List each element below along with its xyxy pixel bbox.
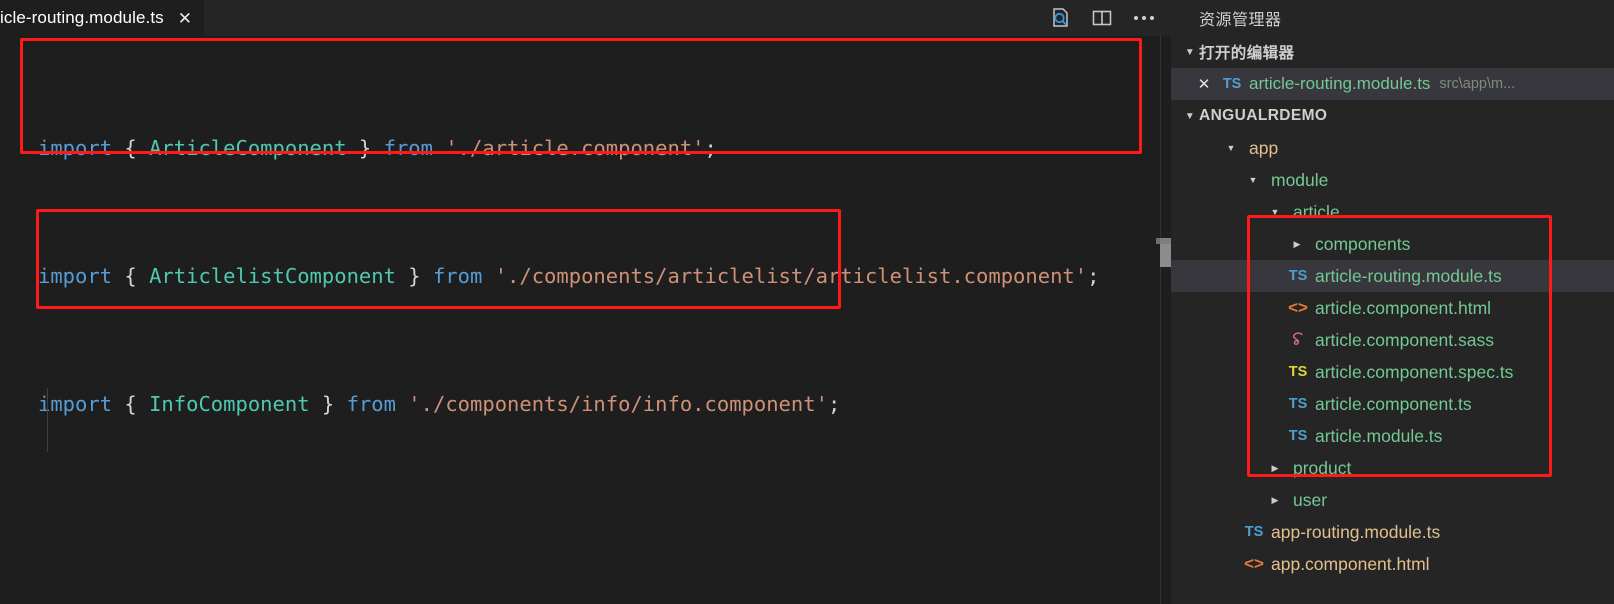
vscode-window: icle-routing.module.ts ✕ import {Articl… [0, 0, 1614, 604]
code-line-3: import { InfoComponent } from './compone… [38, 392, 841, 416]
tree-item-label: article [1293, 201, 1340, 222]
ts-file-icon: TS [1244, 524, 1264, 540]
code-line-1: import { ArticleComponent } from './arti… [38, 136, 717, 160]
tree-item-label: app.component.html [1271, 553, 1430, 574]
tree-item-label: module [1271, 169, 1329, 190]
editor-scrollbar-track [1160, 36, 1161, 604]
tree-item-label: app [1249, 137, 1279, 158]
chevron-down-icon: ▼ [1184, 110, 1196, 122]
more-actions-icon[interactable] [1131, 5, 1157, 31]
ts-file-icon: TS [1222, 76, 1242, 92]
open-editor-name: article-routing.module.ts [1249, 74, 1431, 93]
tree-item-app-routing-module-ts[interactable]: TS app-routing.module.ts [1171, 516, 1614, 548]
tree-item-article-component-html[interactable]: <> article.component.html [1171, 292, 1614, 324]
editor-group: icle-routing.module.ts ✕ import {Articl… [0, 0, 1171, 604]
sidebar-title: 资源管理器 [1199, 12, 1282, 29]
sass-file-icon [1281, 329, 1315, 351]
chevron-right-icon: ▶ [1271, 494, 1279, 505]
section-workspace-label: ANGUALRDEMO [1199, 107, 1328, 124]
ellipsis-icon [1134, 16, 1154, 20]
tree-item-label: article.component.ts [1315, 393, 1472, 414]
code-line-2: import { ArticlelistComponent } from './… [38, 264, 1100, 288]
tree-item-article-component-spec-ts[interactable]: TS article.component.spec.ts [1171, 356, 1614, 388]
code-content: import { ArticleComponent } from './arti… [0, 36, 1171, 604]
tree-item-article-component-sass[interactable]: article.component.sass [1171, 324, 1614, 356]
tree-item-article-component-ts[interactable]: TS article.component.ts [1171, 388, 1614, 420]
section-open-editors[interactable]: ▼ 打开的编辑器 [1171, 36, 1614, 68]
tree-item-label: article.component.sass [1315, 329, 1494, 350]
close-icon[interactable]: ✕ [1193, 75, 1215, 93]
tree-item-label: product [1293, 457, 1352, 478]
tab-article-routing-module[interactable]: icle-routing.module.ts ✕ [0, 0, 205, 36]
chevron-down-icon: ▼ [1184, 46, 1196, 58]
explorer-sidebar: 资源管理器 ▼ 打开的编辑器 ✕ TS article-routing.modu… [1171, 0, 1614, 604]
tree-item-article-routing-module-ts[interactable]: TS article-routing.module.ts [1171, 260, 1614, 292]
tree-item-label: article.module.ts [1315, 425, 1443, 446]
tree-item-article[interactable]: ▼ article [1171, 196, 1614, 228]
open-editor-path: src\app\m... [1439, 76, 1516, 92]
tree-item-label: article.component.spec.ts [1315, 361, 1514, 382]
indent-guide [47, 388, 48, 452]
editor-tab-bar: icle-routing.module.ts ✕ [0, 0, 1171, 36]
tree-item-label: article.component.html [1315, 297, 1492, 318]
tree-item-label: article-routing.module.ts [1315, 265, 1502, 286]
explorer-body: ▼ 打开的编辑器 ✕ TS article-routing.module.ts … [1171, 36, 1614, 604]
open-editor-item[interactable]: ✕ TS article-routing.module.ts src\app\m… [1171, 68, 1614, 100]
tree-item-label: user [1293, 489, 1328, 510]
tree-item-components[interactable]: ▶ components [1171, 228, 1614, 260]
tab-bar-spacer [204, 0, 1047, 36]
html-file-icon: <> [1244, 554, 1264, 573]
section-open-editors-label: 打开的编辑器 [1199, 45, 1295, 62]
tree-item-app-component-html[interactable]: <> app.component.html [1171, 548, 1614, 580]
minimap-slider-cap [1156, 238, 1171, 244]
tab-label: icle-routing.module.ts [0, 8, 164, 27]
section-workspace[interactable]: ▼ ANGUALRDEMO [1171, 100, 1614, 132]
ts-spec-file-icon: TS [1288, 364, 1308, 380]
editor-actions [1047, 0, 1171, 36]
chevron-down-icon: ▼ [1248, 175, 1258, 185]
split-editor-icon[interactable] [1089, 5, 1115, 31]
tree-item-article-module-ts[interactable]: TS article.module.ts [1171, 420, 1614, 452]
open-changes-icon[interactable] [1047, 5, 1073, 31]
ts-file-icon: TS [1288, 396, 1308, 412]
tree-item-user[interactable]: ▶ user [1171, 484, 1614, 516]
chevron-right-icon: ▶ [1293, 238, 1301, 249]
tree-item-app[interactable]: ▼ app [1171, 132, 1614, 164]
ts-file-icon: TS [1288, 268, 1308, 284]
close-icon[interactable]: ✕ [178, 10, 192, 27]
tree-item-module[interactable]: ▼ module [1171, 164, 1614, 196]
chevron-down-icon: ▼ [1270, 207, 1280, 217]
tree-item-product[interactable]: ▶ product [1171, 452, 1614, 484]
html-file-icon: <> [1288, 298, 1308, 317]
chevron-right-icon: ▶ [1271, 462, 1279, 473]
tree-item-label: components [1315, 233, 1411, 254]
code-editor[interactable]: import { ArticleComponent } from './arti… [0, 36, 1171, 604]
tree-item-label: app-routing.module.ts [1271, 521, 1441, 542]
ts-file-icon: TS [1288, 428, 1308, 444]
chevron-down-icon: ▼ [1226, 143, 1236, 153]
